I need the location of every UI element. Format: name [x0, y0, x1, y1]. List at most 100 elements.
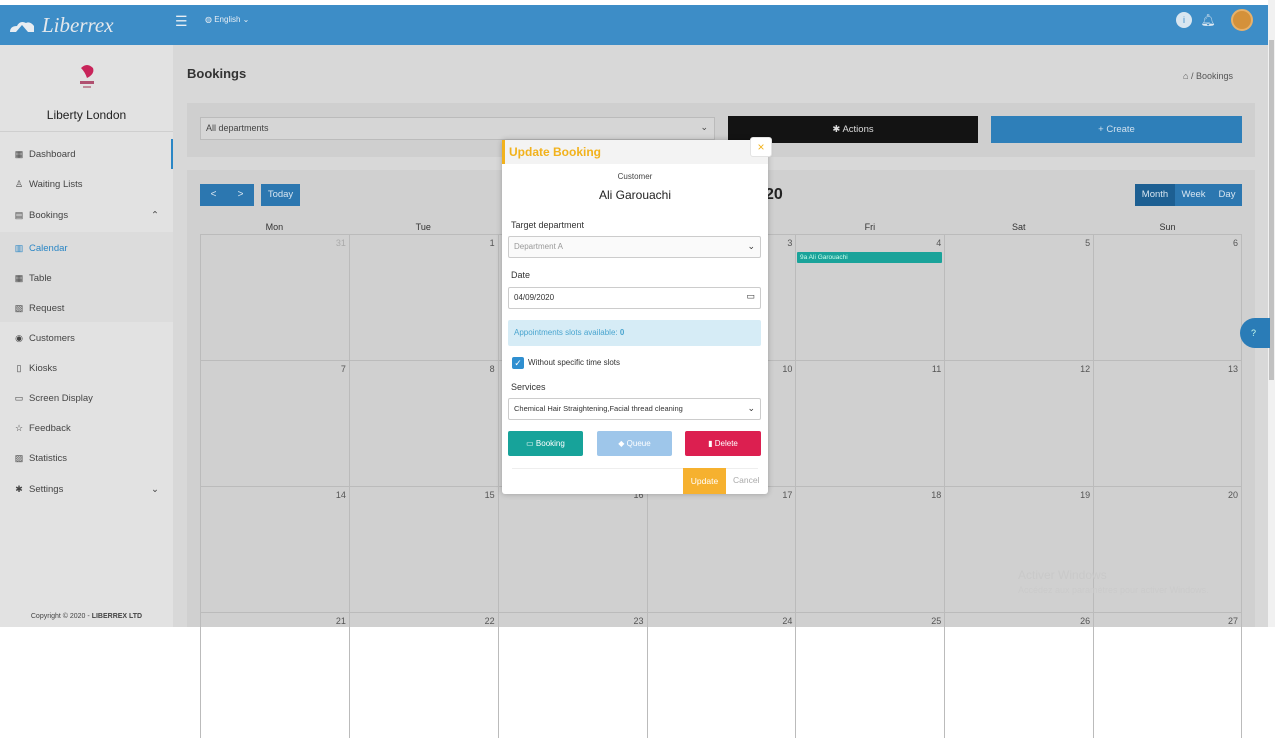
copyright-text: Copyright © 2020 - [30, 613, 92, 620]
calendar-day-cell[interactable]: 18 [795, 486, 945, 612]
calendar-day-cell[interactable]: 6 [1093, 234, 1242, 360]
calendar-day-cell[interactable]: 8 [348, 360, 498, 486]
calendar-day-cell[interactable]: 15 [348, 486, 498, 612]
tablet-icon: ▯ [16, 363, 22, 373]
sidebar-item-table[interactable]: ▦ Table [14, 273, 52, 284]
booking-icon: ▭ [526, 439, 536, 448]
customer-name: Ali Garouachi [598, 188, 672, 202]
user-avatar[interactable] [1231, 9, 1253, 31]
target-department-select[interactable]: Department A ⌄ [508, 236, 761, 258]
delete-button[interactable]: ▮ Delete [685, 431, 761, 456]
department-select[interactable]: All departments ⌄ [200, 117, 715, 140]
sidebar-item-screen-display[interactable]: ▭ Screen Display [14, 393, 93, 404]
close-icon[interactable]: × [750, 137, 772, 157]
sidebar-item-label: Customers [29, 333, 75, 344]
sidebar-item-label: Screen Display [29, 393, 93, 404]
create-button[interactable]: + Create [991, 116, 1242, 143]
sidebar-item-customers[interactable]: ◉ Customers [14, 333, 75, 344]
gear-icon: ✱ [832, 124, 843, 135]
sidebar-item-waiting-lists[interactable]: ♙ Waiting Lists [14, 179, 83, 190]
calendar-day-cell[interactable]: 11 [795, 360, 945, 486]
customer-icon: ◉ [15, 333, 23, 343]
calendar-day-cell[interactable]: 13 [1093, 360, 1242, 486]
update-booking-modal: Update Booking Customer Ali Garouachi Ta… [502, 140, 768, 494]
calendar-day-cell[interactable]: 16 [497, 486, 647, 612]
calendar-picker-icon[interactable]: ▭ [746, 291, 755, 302]
sidebar-item-kiosks[interactable]: ▯ Kiosks [14, 363, 57, 374]
target-department-label: Target department [511, 220, 585, 230]
sidebar-item-feedback[interactable]: ☆ Feedback [14, 423, 71, 434]
sidebar-item-dashboard[interactable]: ▦ Dashboard [14, 149, 76, 160]
calendar-day-cell[interactable]: 25 [795, 612, 945, 738]
calendar-day-cell[interactable]: 5 [944, 234, 1094, 360]
breadcrumb: ⌂ / Bookings [1183, 71, 1233, 81]
prev-button[interactable]: < [200, 184, 227, 206]
globe-icon: ◍ [205, 15, 215, 24]
calendar-day-cell[interactable]: 23 [497, 612, 647, 738]
bell-icon[interactable]: 🔔︎ [1200, 12, 1216, 28]
services-select[interactable]: Chemical Hair Straightening,Facial threa… [508, 398, 761, 420]
sidebar-item-calendar[interactable]: ▥ Calendar [14, 243, 68, 254]
star-icon: ☆ [14, 423, 24, 433]
today-button[interactable]: Today [261, 184, 300, 206]
calendar-event[interactable]: 9a Ali Garouachi [797, 252, 942, 263]
info-icon[interactable]: i [1176, 12, 1192, 28]
services-label: Services [511, 382, 546, 392]
date-value: 04/09/2020 [514, 293, 555, 302]
booking-button[interactable]: ▭ Booking [508, 431, 583, 456]
actions-label: Actions [842, 124, 874, 135]
language-label: English [214, 15, 241, 24]
queue-button-label: Queue [626, 439, 651, 448]
sidebar-item-bookings[interactable]: ▤ Bookings ⌃ [14, 210, 159, 221]
calendar-icon: ▧ [14, 303, 24, 313]
target-department-value: Department A [514, 242, 563, 251]
queue-button[interactable]: ◆ Queue [597, 431, 672, 456]
chevron-down-icon: ⌄ [747, 403, 755, 413]
weekday-header: Mon [265, 222, 284, 232]
calendar-day-cell[interactable]: 14 [200, 486, 349, 612]
sidebar-item-request[interactable]: ▧ Request [14, 303, 65, 314]
trash-icon: ▮ [708, 439, 715, 448]
calendar-day-cell[interactable]: 7 [200, 360, 349, 486]
weekday-header: Tue [415, 222, 431, 232]
without-slots-checkbox[interactable]: ✓ [512, 357, 524, 369]
calendar-day-cell[interactable]: 31 [200, 234, 349, 360]
gear-icon: ✱ [15, 484, 23, 494]
sidebar-item-label: Statistics [29, 453, 68, 464]
view-day-button[interactable]: Day [1212, 184, 1242, 206]
calendar-day-cell[interactable]: 24 [646, 612, 796, 738]
calendar-day-cell[interactable]: 12 [944, 360, 1094, 486]
date-input[interactable]: 04/09/2020 ▭ [508, 287, 761, 309]
sidebar-divider [0, 131, 173, 132]
cancel-button[interactable]: Cancel [733, 475, 759, 485]
without-slots-label: Without specific time slots [528, 358, 621, 367]
sidebar-item-settings[interactable]: ✱ Settings ⌄ [14, 484, 159, 495]
copyright-company: LIBERREX LTD [91, 613, 143, 620]
help-icon[interactable]: ? [1240, 318, 1270, 348]
home-icon[interactable]: ⌂ [1183, 71, 1188, 81]
update-button[interactable]: Update [683, 468, 726, 494]
logo-text: Liberrex [42, 13, 114, 37]
chevron-down-icon: ⌄ [240, 15, 250, 24]
logo[interactable]: Liberrex [8, 13, 114, 38]
calendar-day-cell[interactable]: 17 [646, 486, 796, 612]
weekday-header: Sat [1011, 222, 1026, 232]
next-button[interactable]: > [227, 184, 254, 206]
chevron-down-icon: ⌄ [151, 484, 159, 495]
menu-toggle-icon[interactable]: ☰ [175, 13, 188, 30]
view-month-button[interactable]: Month [1135, 184, 1175, 206]
weekday-header: Fri [864, 222, 876, 232]
delete-button-label: Delete [714, 439, 738, 448]
modal-title: Update Booking [509, 145, 601, 159]
sidebar-item-label: Dashboard [29, 149, 76, 160]
language-selector[interactable]: ◍ English ⌄ [205, 15, 249, 24]
calendar-day-cell[interactable]: 21 [200, 612, 349, 738]
calendar-day-cell[interactable]: 27 [1093, 612, 1242, 738]
chevron-up-icon: ⌃ [151, 210, 159, 221]
sidebar-item-statistics[interactable]: ▨ Statistics [14, 453, 67, 464]
calendar-day-cell[interactable]: 26 [944, 612, 1094, 738]
calendar-day-cell[interactable]: 22 [348, 612, 498, 738]
view-week-button[interactable]: Week [1175, 184, 1212, 206]
queue-icon: ◆ [618, 439, 627, 448]
calendar-day-cell[interactable]: 1 [348, 234, 498, 360]
